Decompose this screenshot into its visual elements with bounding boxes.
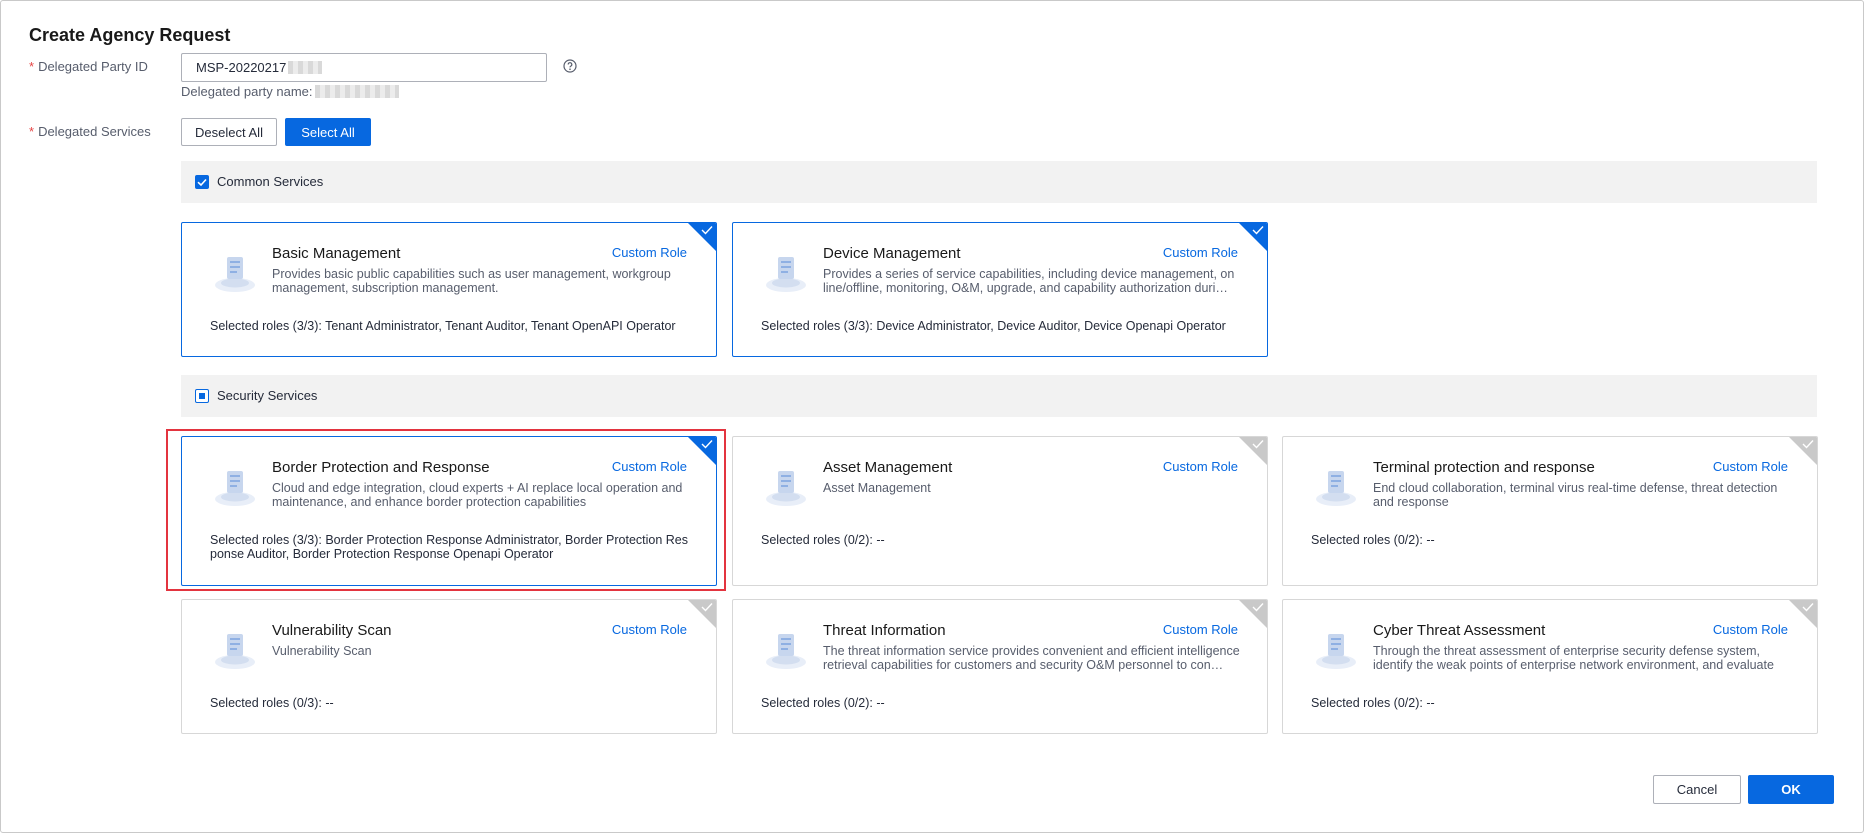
check-icon [701,603,713,612]
selected-roles: Selected roles (0/2): -- [761,696,885,710]
selected-roles: Selected roles (3/3): Device Administrat… [761,319,1226,333]
party-id-label-text: Delegated Party ID [38,59,148,74]
party-id-input[interactable]: MSP-20220217 [181,53,547,82]
custom-role-link[interactable]: Custom Role [1163,459,1238,474]
highlight-box [166,429,726,591]
redacted-text [314,85,399,98]
service-card-device-management[interactable]: Device Management Custom Role Provides a s… [732,222,1268,357]
assessment-icon [1316,634,1356,669]
card-title: Terminal protection and response [1373,459,1595,476]
selected-roles: Selected roles (0/2): -- [1311,533,1435,547]
dialog-title: Create Agency Request [29,25,231,45]
check-icon [197,178,207,187]
service-card-asset-management[interactable]: Asset Management Custom Role Asset Managem… [732,436,1268,586]
group-security-services: Security Services [181,375,1817,417]
custom-role-link[interactable]: Custom Role [1163,245,1238,260]
party-name-label: Delegated party name: [181,84,313,99]
selected-roles: Selected roles (0/3): -- [210,696,334,710]
selected-roles: Selected roles (0/2): -- [761,533,885,547]
service-card-vulnerability-scan[interactable]: Vulnerability Scan Custom Role Vulnerabili… [181,599,717,734]
service-card-threat-information[interactable]: Threat Information Custom Role The threat … [732,599,1268,734]
group-label: Common Services [217,174,324,189]
party-name: Delegated party name: [181,84,399,99]
card-description: Provides a series of service capabilitie… [823,267,1235,295]
scan-icon [215,634,255,669]
check-icon [1802,603,1814,612]
check-icon [1802,440,1814,449]
check-icon [701,226,713,235]
card-description: The threat information service provides … [823,644,1240,672]
card-description: Provides basic public capabilities such … [272,267,671,295]
service-card-basic-management[interactable]: Basic Management Custom Role Provides basi… [181,222,717,357]
ok-button[interactable]: OK [1748,775,1834,804]
selected-roles: Selected roles (0/2): -- [1311,696,1435,710]
card-title: Basic Management [272,245,401,262]
group-common-services: Common Services [181,161,1817,203]
required-mark: * [29,124,35,139]
card-title: Asset Management [823,459,953,476]
select-all-button[interactable]: Select All [285,118,371,146]
check-icon [1252,440,1264,449]
party-id-value: MSP-20220217 [196,60,287,75]
globe-icon [766,634,806,669]
card-title: Device Management [823,245,961,262]
check-icon [1252,226,1264,235]
selected-roles: Selected roles (3/3): Tenant Administrat… [210,319,676,333]
card-description: Vulnerability Scan [272,644,372,658]
card-description: End cloud collaboration, terminal virus … [1373,481,1778,509]
help-icon[interactable] [563,59,577,73]
common-services-checkbox[interactable] [195,175,209,189]
check-icon [1252,603,1264,612]
service-card-cyber-threat-assessment[interactable]: Cyber Threat Assessment Custom Role Throug… [1282,599,1818,734]
terminal-icon [1316,471,1356,506]
security-services-checkbox[interactable] [195,389,209,403]
card-title: Vulnerability Scan [272,622,392,639]
redacted-text [288,61,323,74]
service-card-terminal-protection[interactable]: Terminal protection and response Custom R… [1282,436,1818,586]
deselect-all-button[interactable]: Deselect All [181,118,277,146]
services-label-text: Delegated Services [38,124,151,139]
required-mark: * [29,59,35,74]
custom-role-link[interactable]: Custom Role [1163,622,1238,637]
card-description: Through the threat assessment of enterpr… [1373,644,1774,672]
services-label: * Delegated Services [29,124,151,139]
server-icon [766,471,806,506]
group-label: Security Services [217,388,318,403]
card-title: Cyber Threat Assessment [1373,622,1546,639]
dialog: Create Agency Request * Delegated Party I… [0,0,1864,833]
custom-role-link[interactable]: Custom Role [612,245,687,260]
custom-role-link[interactable]: Custom Role [1713,622,1788,637]
custom-role-link[interactable]: Custom Role [1713,459,1788,474]
cancel-button[interactable]: Cancel [1653,775,1741,804]
party-id-label: * Delegated Party ID [29,59,148,74]
card-title: Threat Information [823,622,946,639]
document-icon [215,257,255,292]
custom-role-link[interactable]: Custom Role [612,622,687,637]
device-icon [766,257,806,292]
card-description: Asset Management [823,481,931,495]
